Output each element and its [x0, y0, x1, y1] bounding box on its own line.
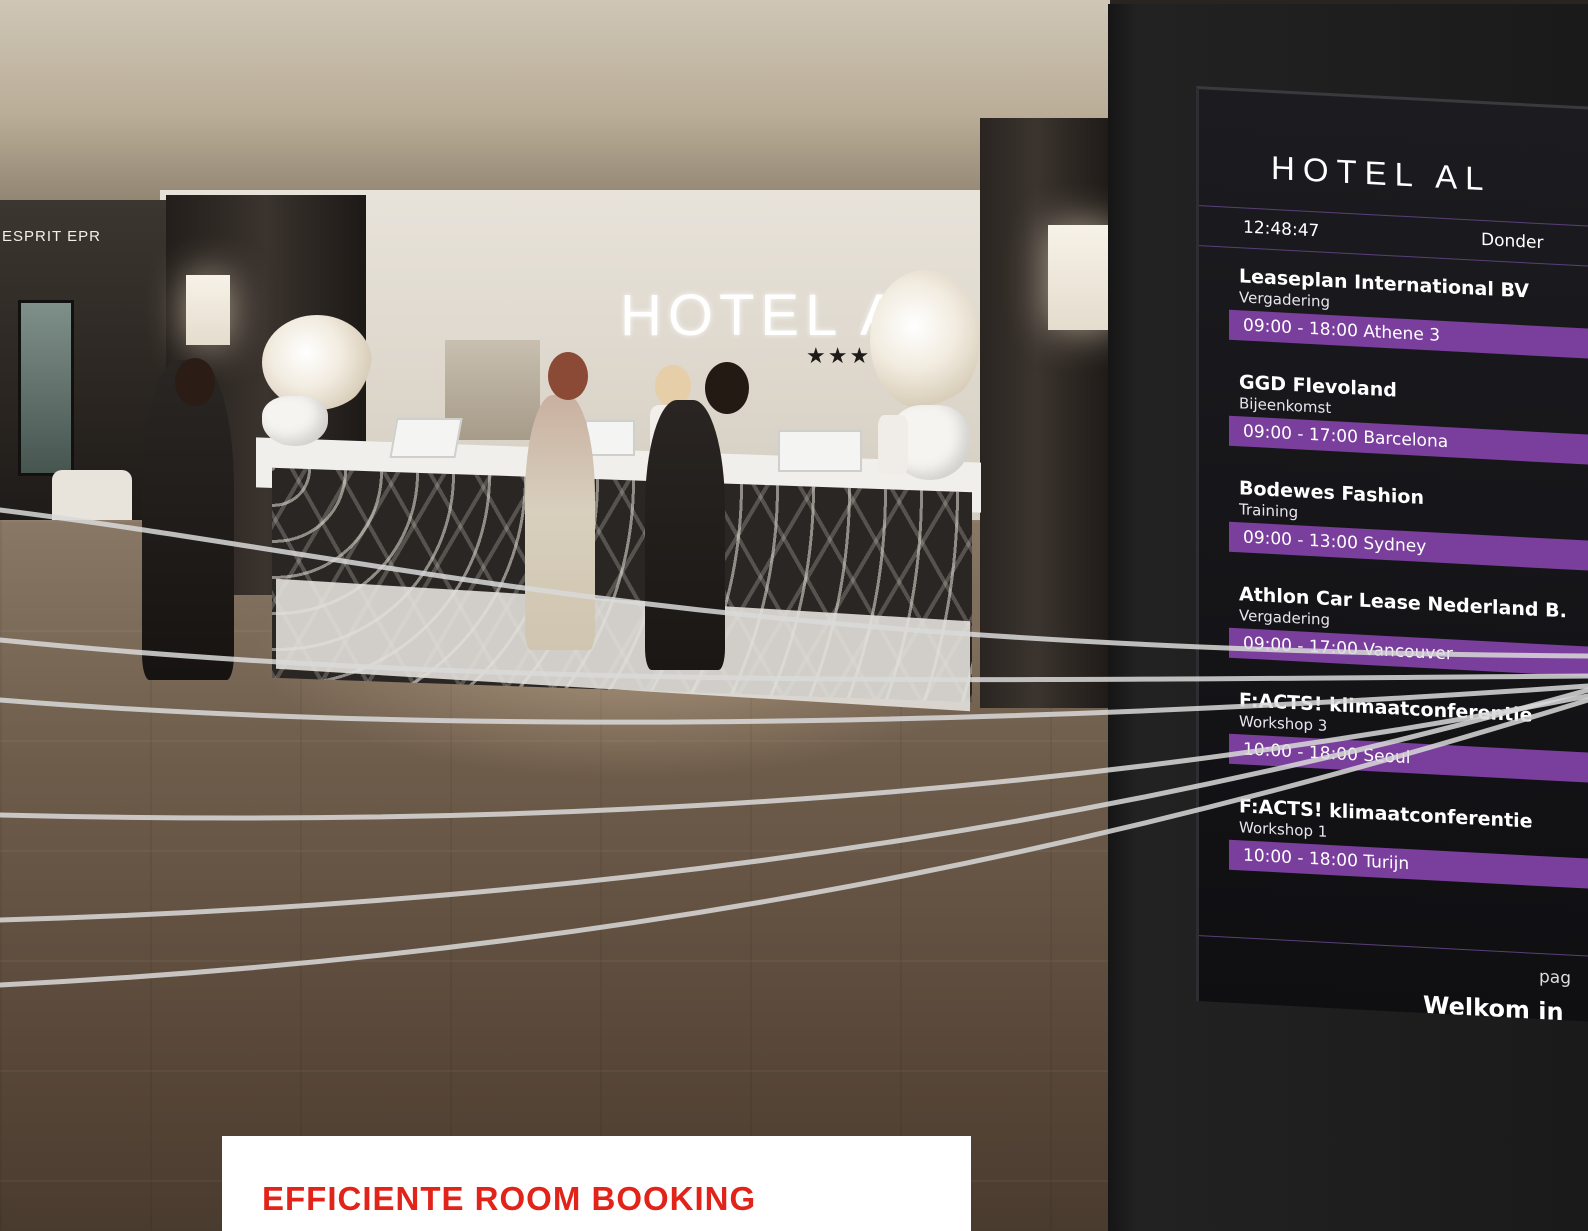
wall-lamp-left: [186, 275, 230, 345]
desk-monitor: [585, 420, 635, 456]
event-entry: Athlon Car Lease Nederland B. Vergaderin…: [1229, 583, 1588, 678]
person-guest-woman: [645, 400, 725, 670]
ceiling: [0, 0, 1110, 210]
vase-left: [262, 396, 328, 446]
screen-clock: 12:48:47: [1243, 217, 1320, 242]
event-entry: Leaseplan International BV Vergadering 0…: [1229, 265, 1588, 360]
caption-card: EFFICIENTE ROOM BOOKING: [222, 1136, 971, 1231]
caption-title: EFFICIENTE ROOM BOOKING: [262, 1180, 757, 1217]
desk-monitor: [389, 418, 463, 458]
event-entry: Bodewes Fashion Training 09:00 - 13:00 S…: [1229, 477, 1588, 572]
screen-hotel-logo: HOTEL AL: [1271, 148, 1492, 198]
screen-day: Donder: [1481, 229, 1544, 254]
wall-hotel-stars: ★★★: [806, 344, 872, 369]
event-entry: F:ACTS! klimaatconferentie Workshop 1 10…: [1229, 795, 1588, 890]
left-shop-sign: ESPRIT EPR: [2, 228, 101, 245]
person-receptionist-right: [878, 415, 908, 475]
flower-arrangement-left: [262, 315, 372, 410]
pillar-right: [980, 118, 1120, 708]
person-head: [175, 358, 215, 406]
desk-monitor: [778, 430, 862, 472]
room-booking-screen: HOTEL AL 12:48:47 Donder Leaseplan Inter…: [1196, 86, 1588, 1022]
person-guest-woman: [525, 395, 595, 650]
person-guest-man: [142, 360, 234, 680]
flower-arrangement-right: [870, 270, 980, 410]
hotel-lobby-photo: ESPRIT EPR HOTEL AL ★★★ HOTEL AL 12:48:4…: [0, 0, 1588, 1231]
event-entry: GGD Flevoland Bijeenkomst 09:00 - 17:00 …: [1229, 371, 1588, 466]
event-entry: F:ACTS! klimaatconferentie Workshop 3 10…: [1229, 689, 1588, 784]
person-head: [705, 362, 749, 414]
screen-page-label: pag: [1539, 966, 1571, 989]
screen-divider: [1199, 935, 1588, 957]
left-window: [18, 300, 74, 476]
person-head: [548, 352, 588, 400]
